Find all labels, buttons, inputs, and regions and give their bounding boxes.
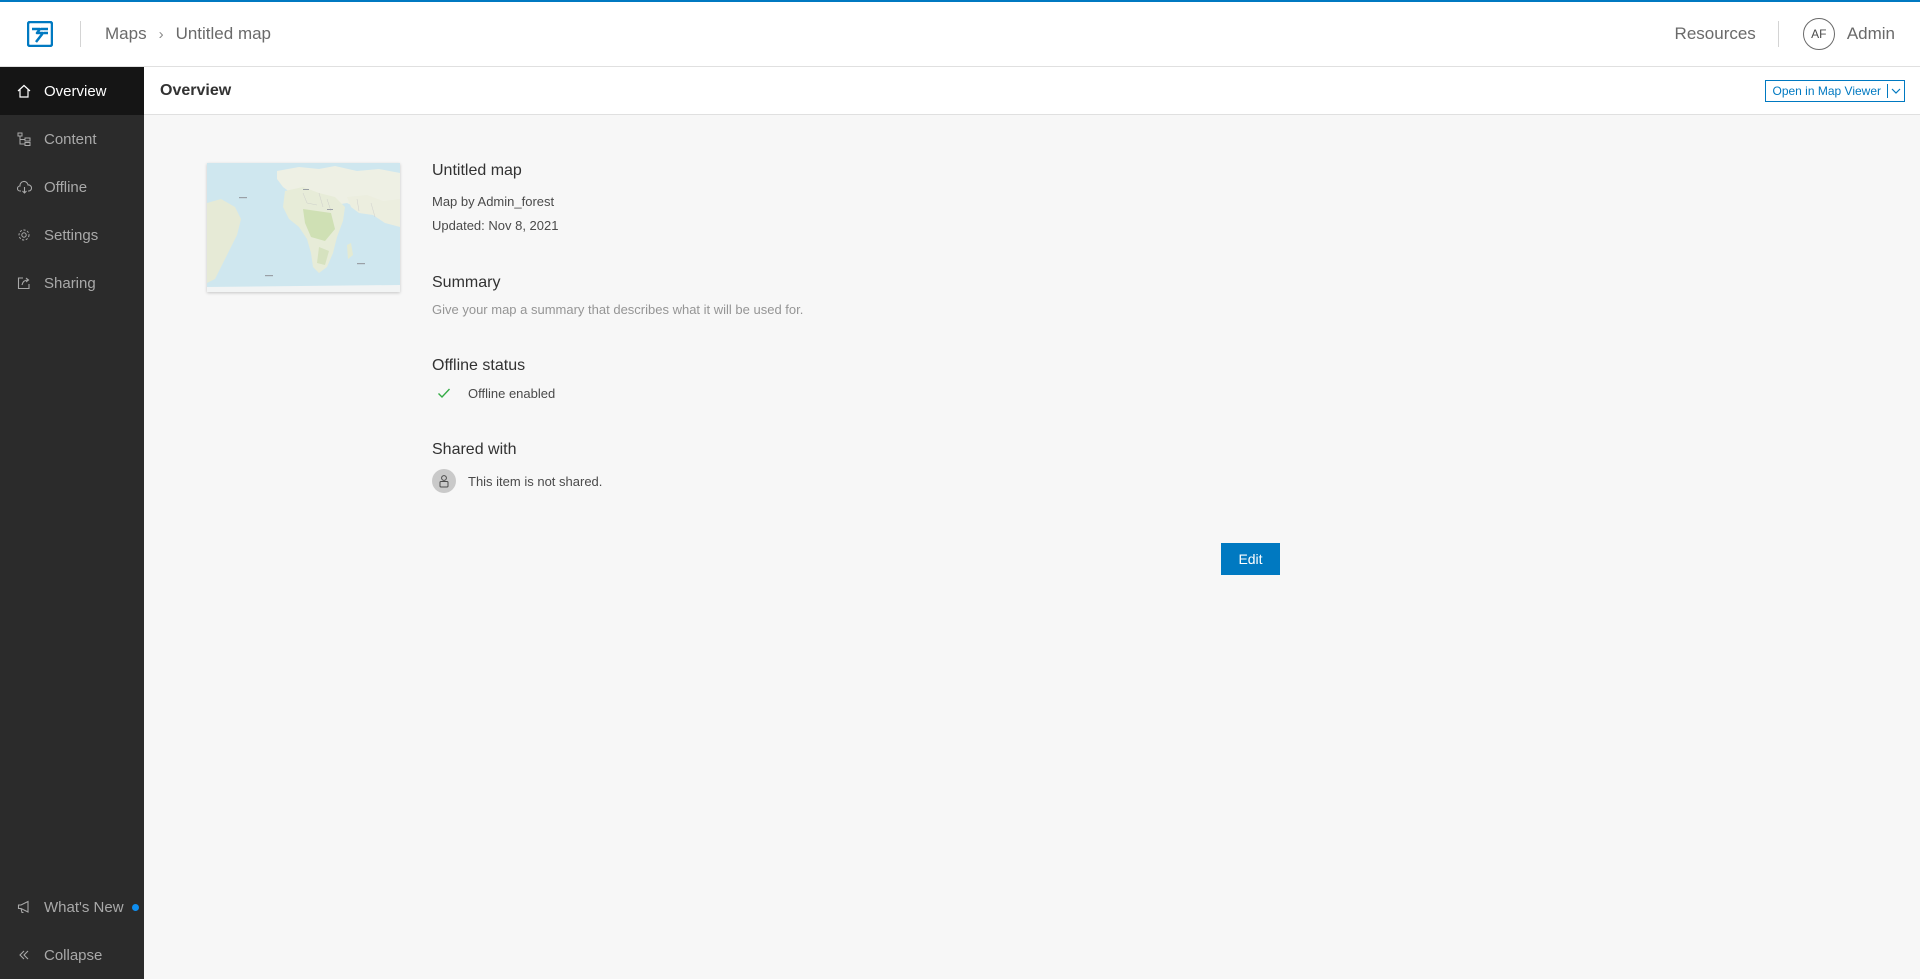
content-tree-icon: [16, 131, 32, 147]
whats-new-label: What's New: [44, 898, 124, 916]
sidebar-item-label: Content: [44, 130, 97, 148]
chevron-down-icon[interactable]: [1888, 81, 1904, 101]
chevrons-left-icon: [16, 947, 32, 963]
summary-placeholder: Give your map a summary that describes w…: [432, 302, 804, 317]
map-thumbnail: [207, 163, 400, 292]
edit-button[interactable]: Edit: [1221, 543, 1280, 575]
shared-with-row: This item is not shared.: [432, 469, 1312, 493]
share-icon: [16, 275, 32, 291]
sidebar-item-label: Overview: [44, 82, 107, 100]
sidebar-item-sharing[interactable]: Sharing: [0, 259, 144, 307]
gear-icon: [16, 227, 32, 243]
cloud-offline-icon: [16, 179, 32, 195]
user-menu[interactable]: AF Admin: [1779, 2, 1920, 66]
breadcrumb-current: Untitled map: [175, 24, 272, 43]
resources-link[interactable]: Resources: [1653, 24, 1778, 44]
summary-heading: Summary: [432, 274, 501, 291]
breadcrumb: Maps › Untitled map: [105, 24, 271, 44]
sidebar-item-offline[interactable]: Offline: [0, 163, 144, 211]
collapse-button[interactable]: Collapse: [0, 931, 144, 979]
breadcrumb-separator: ›: [158, 25, 164, 43]
notification-dot: [131, 903, 139, 911]
user-name: Admin: [1846, 24, 1895, 43]
home-icon: [16, 83, 32, 99]
offline-status-heading: Offline status: [432, 357, 526, 374]
sidebar: Overview Content Offline Settings Sharin…: [0, 67, 144, 979]
open-in-map-viewer-button[interactable]: Open in Map Viewer: [1765, 79, 1905, 102]
app-logo-icon[interactable]: [0, 2, 80, 66]
item-owner: Map by Admin_forest: [432, 194, 555, 209]
top-bar: Maps › Untitled map Resources AF Admin: [0, 0, 1920, 67]
avatar: AF: [1802, 18, 1835, 50]
sidebar-item-content[interactable]: Content: [0, 115, 144, 163]
sidebar-item-label: Offline: [44, 178, 88, 196]
whats-new-button[interactable]: What's New: [0, 883, 144, 931]
page-title: Overview: [160, 81, 232, 99]
item-title: Untitled map: [432, 162, 522, 179]
page-header: Overview Open in Map Viewer: [144, 67, 1920, 115]
sidebar-item-label: Sharing: [44, 274, 96, 292]
user-lock-icon: [432, 469, 456, 493]
sidebar-item-overview[interactable]: Overview: [0, 67, 144, 115]
megaphone-icon: [16, 899, 32, 915]
breadcrumb-maps-link[interactable]: Maps: [105, 24, 147, 44]
shared-status-text: This item is not shared.: [468, 473, 603, 489]
item-updated: Updated: Nov 8, 2021: [432, 218, 559, 233]
sidebar-item-settings[interactable]: Settings: [0, 211, 144, 259]
item-details: Untitled map Map by Admin_forest Updated…: [432, 162, 1312, 493]
topbar-divider: [80, 21, 81, 47]
shared-with-heading: Shared with: [432, 441, 517, 458]
open-in-map-viewer-label: Open in Map Viewer: [1772, 83, 1881, 98]
offline-status-row: Offline enabled: [432, 385, 1312, 401]
sidebar-item-label: Settings: [44, 226, 99, 244]
offline-status-text: Offline enabled: [468, 385, 556, 401]
collapse-label: Collapse: [44, 946, 103, 964]
check-icon: [432, 385, 456, 401]
